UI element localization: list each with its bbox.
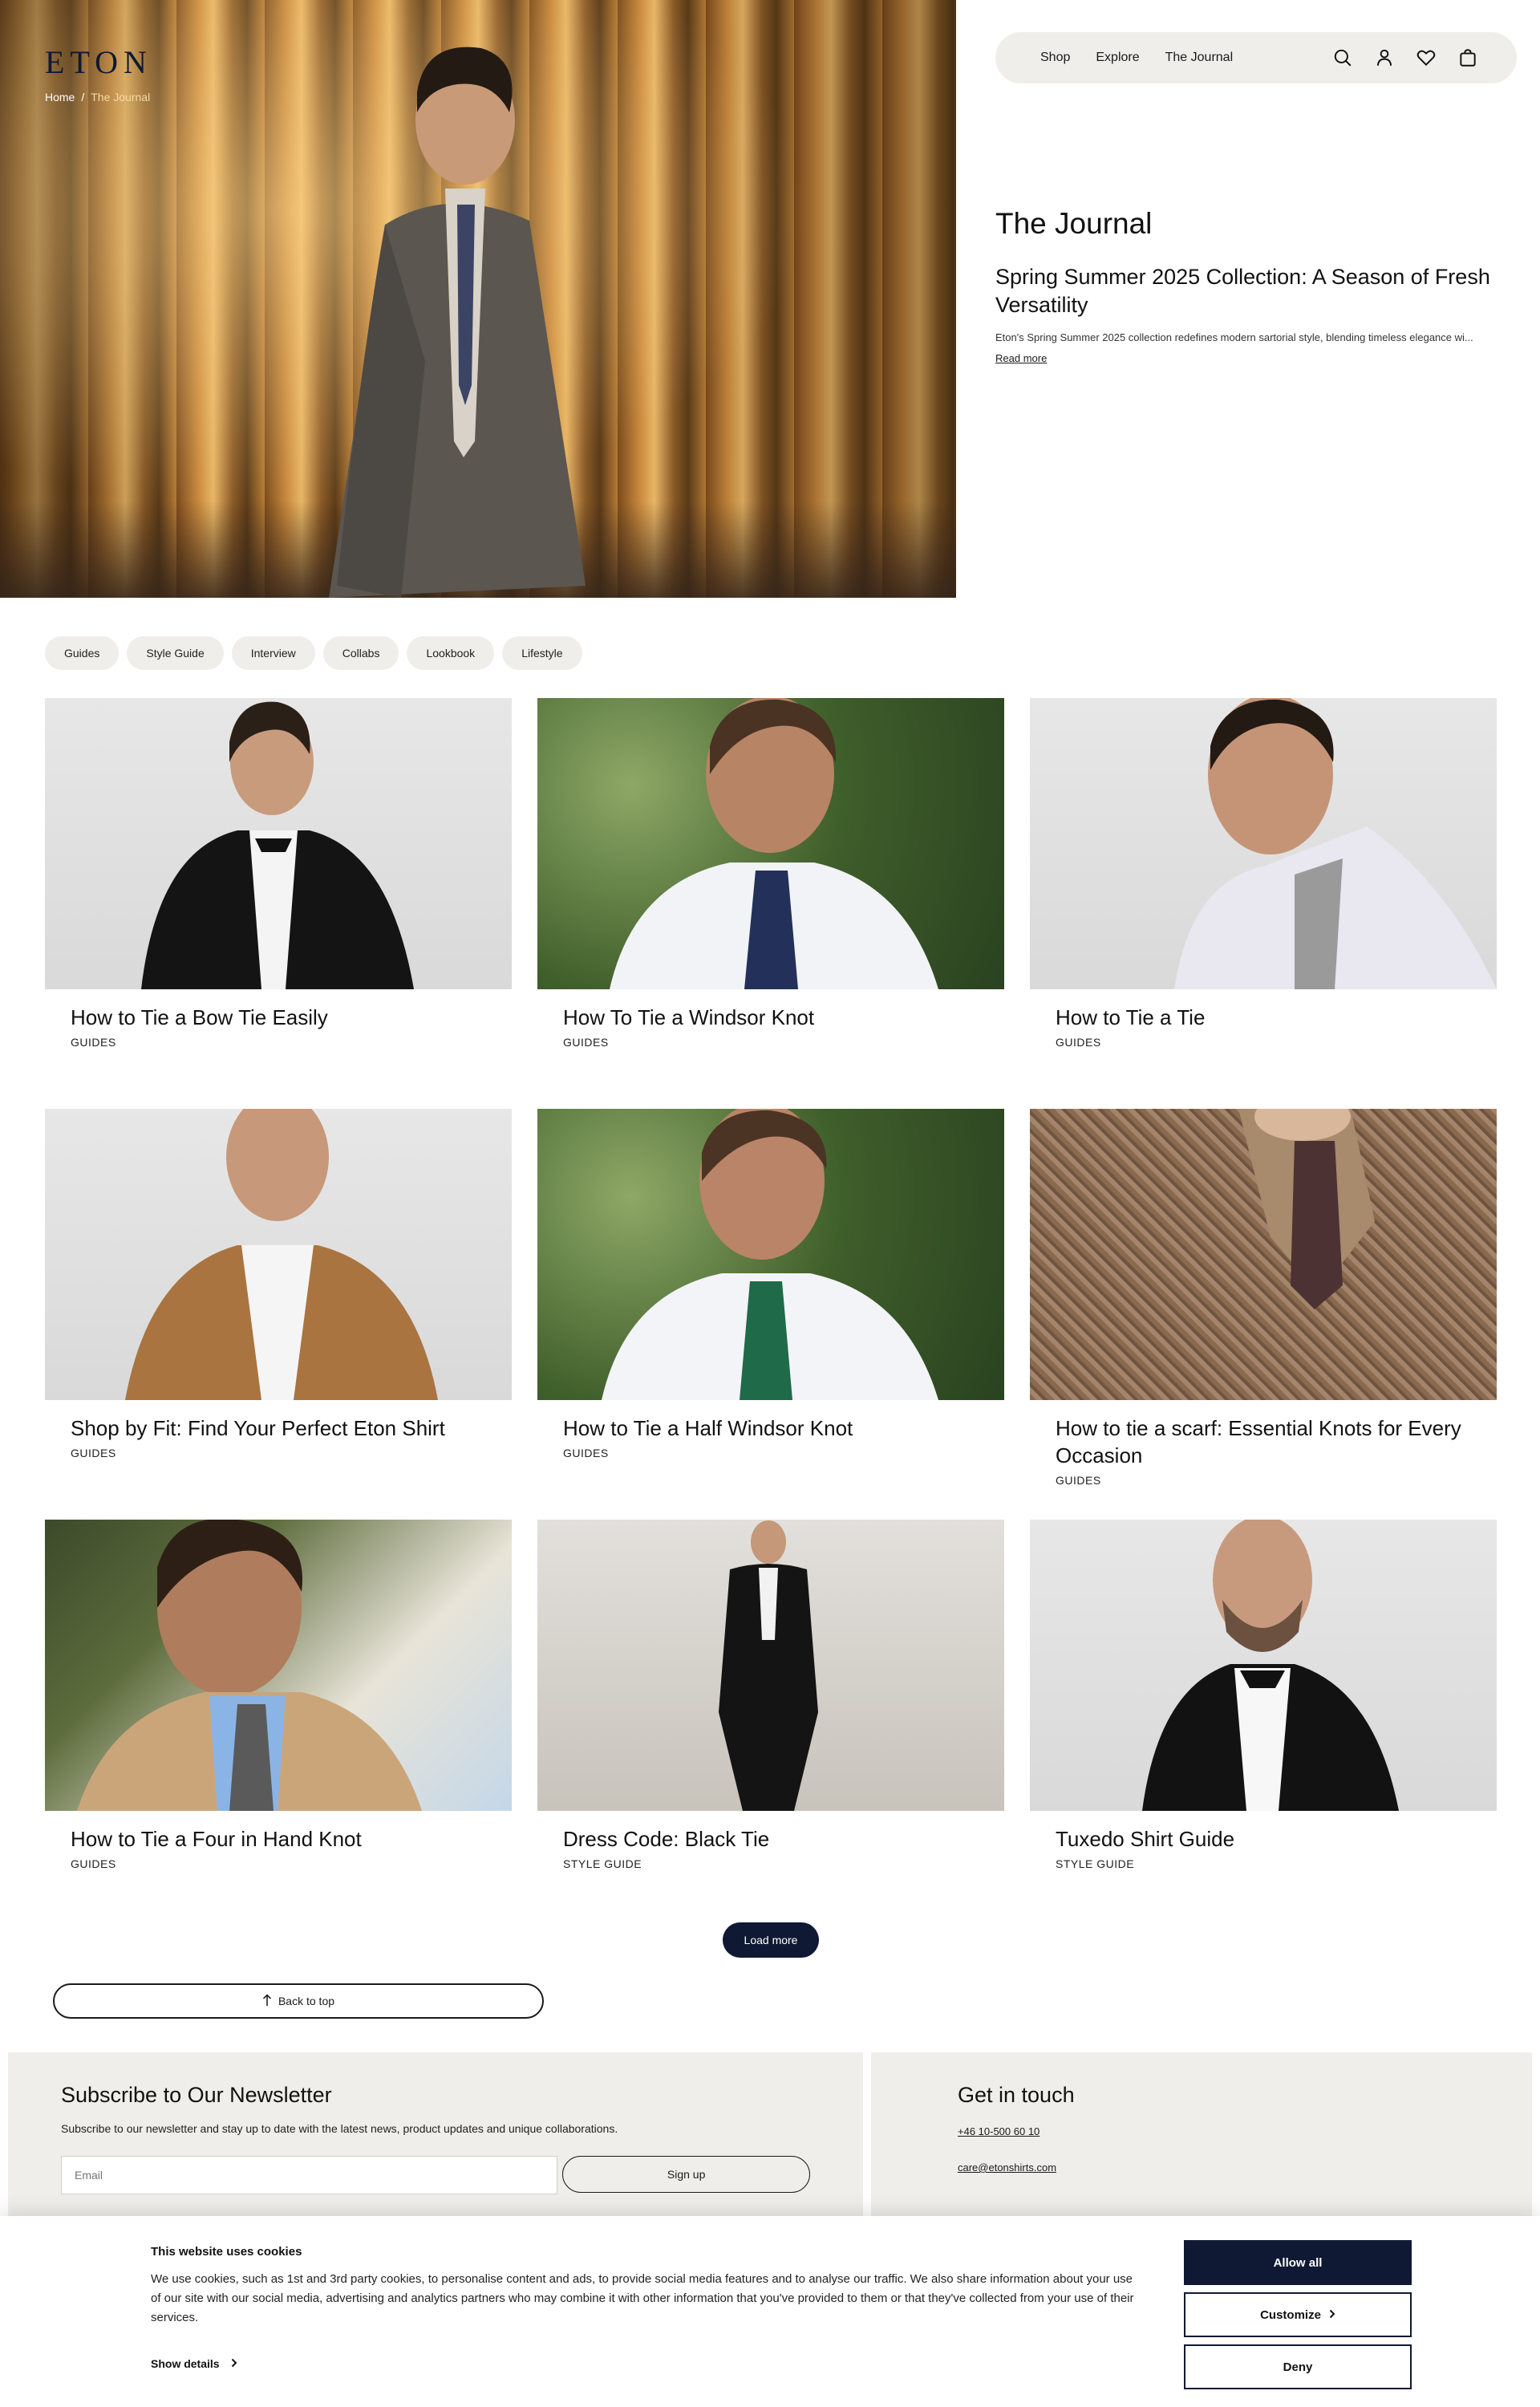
- article-title[interactable]: Dress Code: Black Tie: [563, 1825, 979, 1853]
- breadcrumb-current: The Journal: [91, 91, 151, 104]
- load-more-button[interactable]: Load more: [723, 1922, 819, 1958]
- article-category-tag: STYLE GUIDE: [563, 1857, 642, 1870]
- article-category-tag: GUIDES: [71, 1857, 116, 1870]
- back-to-top-label: Back to top: [278, 1995, 335, 2007]
- filter-style-guide[interactable]: Style Guide: [127, 636, 224, 670]
- filter-lifestyle[interactable]: Lifestyle: [502, 636, 582, 670]
- search-icon[interactable]: [1332, 47, 1353, 68]
- article-image[interactable]: [1030, 1109, 1497, 1400]
- cookie-customize-button[interactable]: Customize: [1184, 2292, 1412, 2337]
- cookie-consent-banner: This website uses cookies We use cookies…: [0, 2216, 1540, 2407]
- article-card[interactable]: How to Tie a Tie GUIDES: [1030, 698, 1497, 1109]
- article-image[interactable]: [537, 1520, 1004, 1811]
- cookie-allow-all-button[interactable]: Allow all: [1184, 2240, 1412, 2285]
- article-card[interactable]: How to Tie a Bow Tie Easily GUIDES: [45, 698, 512, 1109]
- article-card[interactable]: How to Tie a Half Windsor Knot GUIDES: [537, 1109, 1004, 1520]
- show-details-link[interactable]: Show details: [151, 2357, 237, 2370]
- shopping-bag-icon[interactable]: [1457, 47, 1478, 68]
- article-image[interactable]: [1030, 1520, 1497, 1811]
- article-category-tag: GUIDES: [563, 1447, 609, 1459]
- article-image[interactable]: [537, 1109, 1004, 1400]
- newsletter-title: Subscribe to Our Newsletter: [61, 2083, 332, 2107]
- article-card[interactable]: Tuxedo Shirt Guide STYLE GUIDE: [1030, 1520, 1497, 1930]
- chevron-right-icon: [1329, 2308, 1335, 2322]
- article-image[interactable]: [537, 698, 1004, 989]
- cookie-title: This website uses cookies: [151, 2245, 302, 2259]
- article-card[interactable]: Dress Code: Black Tie STYLE GUIDE: [537, 1520, 1004, 1930]
- eton-logo[interactable]: ETON: [45, 43, 152, 81]
- account-icon[interactable]: [1374, 47, 1395, 68]
- customize-label: Customize: [1260, 2308, 1321, 2322]
- contact-email-link[interactable]: care@etonshirts.com: [958, 2161, 1445, 2174]
- article-image[interactable]: [45, 698, 512, 989]
- breadcrumb: Home / The Journal: [45, 91, 150, 104]
- newsletter-signup-button[interactable]: Sign up: [562, 2156, 810, 2193]
- cookie-deny-button[interactable]: Deny: [1184, 2344, 1412, 2389]
- filter-guides[interactable]: Guides: [45, 636, 120, 670]
- hero-featured-article: The Journal Spring Summer 2025 Collectio…: [995, 207, 1517, 366]
- show-details-label: Show details: [151, 2357, 220, 2370]
- article-title[interactable]: How To Tie a Windsor Knot: [563, 1004, 979, 1031]
- hero-image: [0, 0, 956, 598]
- article-category-tag: GUIDES: [71, 1447, 116, 1459]
- article-title[interactable]: How to Tie a Tie: [1056, 1004, 1471, 1031]
- article-category-tag: GUIDES: [563, 1036, 609, 1049]
- article-category-tag: STYLE GUIDE: [1056, 1857, 1135, 1870]
- article-title[interactable]: How to Tie a Half Windsor Knot: [563, 1415, 979, 1442]
- nav-link-journal[interactable]: The Journal: [1165, 51, 1234, 65]
- filter-interview[interactable]: Interview: [231, 636, 315, 670]
- article-grid: How to Tie a Bow Tie Easily GUIDES How T…: [45, 698, 1497, 1930]
- breadcrumb-home[interactable]: Home: [45, 91, 75, 104]
- arrow-up-icon: [262, 1993, 272, 2009]
- nav-link-shop[interactable]: Shop: [1040, 51, 1070, 65]
- breadcrumb-separator: /: [81, 91, 85, 104]
- featured-article-excerpt: Eton's Spring Summer 2025 collection red…: [995, 331, 1473, 343]
- article-image[interactable]: [1030, 698, 1497, 989]
- cookie-description: We use cookies, such as 1st and 3rd part…: [151, 2272, 1134, 2324]
- article-card[interactable]: How to Tie a Four in Hand Knot GUIDES: [45, 1520, 512, 1930]
- nav-link-explore[interactable]: Explore: [1096, 51, 1139, 65]
- article-title[interactable]: Shop by Fit: Find Your Perfect Eton Shir…: [71, 1415, 486, 1442]
- article-card[interactable]: How To Tie a Windsor Knot GUIDES: [537, 698, 1004, 1109]
- top-navigation: Shop Explore The Journal: [995, 32, 1517, 83]
- hero-model-figure: [329, 47, 586, 598]
- article-image[interactable]: [45, 1520, 512, 1811]
- wishlist-heart-icon[interactable]: [1416, 47, 1437, 68]
- article-title[interactable]: Tuxedo Shirt Guide: [1056, 1825, 1471, 1853]
- chevron-right-icon: [231, 2357, 237, 2370]
- article-card[interactable]: Shop by Fit: Find Your Perfect Eton Shir…: [45, 1109, 512, 1520]
- article-category-tag: GUIDES: [1056, 1036, 1101, 1049]
- newsletter-email-input[interactable]: [61, 2156, 558, 2194]
- category-filters: Guides Style Guide Interview Collabs Loo…: [45, 636, 582, 670]
- article-title[interactable]: How to Tie a Bow Tie Easily: [71, 1004, 486, 1031]
- article-title[interactable]: How to Tie a Four in Hand Knot: [71, 1825, 486, 1853]
- newsletter-description: Subscribe to our newsletter and stay up …: [61, 2122, 618, 2135]
- article-category-tag: GUIDES: [1056, 1474, 1101, 1487]
- article-image[interactable]: [45, 1109, 512, 1400]
- back-to-top-button[interactable]: Back to top: [53, 1983, 544, 2019]
- filter-lookbook[interactable]: Lookbook: [407, 636, 495, 670]
- contact-phone-link[interactable]: +46 10-500 60 10: [958, 2125, 1445, 2137]
- contact-title: Get in touch: [958, 2083, 1075, 2107]
- page-title: The Journal: [995, 207, 1153, 240]
- article-card[interactable]: How to tie a scarf: Essential Knots for …: [1030, 1109, 1497, 1520]
- filter-collabs[interactable]: Collabs: [322, 636, 399, 670]
- read-more-link[interactable]: Read more: [995, 352, 1047, 364]
- featured-article-title[interactable]: Spring Summer 2025 Collection: A Season …: [995, 263, 1517, 319]
- article-title[interactable]: How to tie a scarf: Essential Knots for …: [1056, 1415, 1471, 1469]
- article-category-tag: GUIDES: [71, 1036, 116, 1049]
